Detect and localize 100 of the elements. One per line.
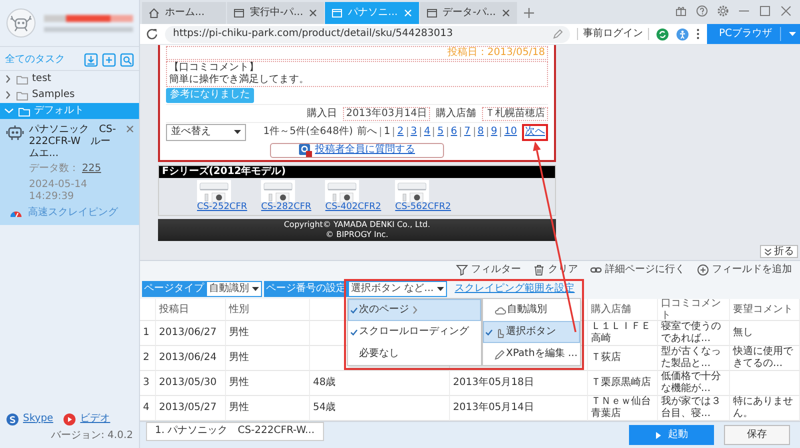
product-link[interactable]: CS-252CFR	[197, 202, 248, 213]
page-link[interactable]: 10	[500, 127, 520, 138]
data-count-label: データ数：	[29, 163, 79, 176]
caret-icon	[252, 287, 259, 291]
import-icon[interactable]	[84, 53, 98, 67]
table-cell: 無し	[730, 321, 800, 346]
sync-icon[interactable]	[656, 28, 669, 40]
data-count-link[interactable]: 225	[82, 163, 102, 176]
collapse-icon	[764, 248, 772, 256]
page-link[interactable]: 4	[420, 127, 434, 138]
menu-item[interactable]: 次のページ	[348, 299, 481, 321]
product-link[interactable]: CS-282CFR	[261, 202, 312, 213]
table-cell: 男性	[226, 346, 310, 371]
close-icon[interactable]	[125, 124, 135, 134]
browser-tab[interactable]: データ-パ...	[420, 2, 517, 24]
pre-login-button[interactable]: 事前ログイン	[576, 28, 649, 40]
table-cell: Ｌ１ＬＩＦＥ高崎	[588, 321, 658, 346]
tree-item[interactable]: test	[0, 71, 139, 87]
video-link[interactable]: ビデオ	[80, 412, 110, 426]
save-button[interactable]: 保存	[724, 425, 790, 445]
ask-button[interactable]: 投稿者全員に質問する	[270, 142, 444, 158]
close-icon[interactable]	[780, 5, 792, 17]
table-cell: 2013/05/30	[156, 371, 226, 396]
search-icon[interactable]	[120, 53, 134, 67]
window-icon	[233, 7, 245, 19]
folder-icon	[18, 106, 30, 116]
task-tab[interactable]: 1. パナソニック CS-222CFR-W...	[146, 422, 324, 440]
settings-icon[interactable]	[717, 5, 729, 17]
collapse-button[interactable]: 折る	[760, 245, 798, 258]
browser-tab[interactable]: ホーム...	[142, 2, 226, 24]
row-number: 2	[140, 346, 156, 371]
page-link[interactable]: 7	[460, 127, 474, 138]
help-icon[interactable]	[696, 5, 708, 17]
copyright-text: Copyright© YAMADA DENKI Co., Ltd.	[284, 220, 430, 230]
menu-item[interactable]: スクロールローディング	[348, 321, 481, 343]
field-value: 2013年03月14日	[343, 106, 430, 121]
table-cell: 型が古くなった製品と...	[658, 346, 730, 371]
page-number-select[interactable]: 選択ボタン など...	[348, 281, 447, 297]
filter-button[interactable]: フィルター	[456, 264, 521, 276]
post-date: 投稿日：2013/05/18	[447, 47, 545, 58]
folder-icon	[16, 74, 28, 84]
new-tab-icon[interactable]	[522, 7, 535, 19]
sort-select[interactable]: 並べ替え	[166, 124, 246, 140]
table-cell: 快適に使用できてるの...	[730, 346, 800, 371]
prev-label: 前へ	[356, 126, 377, 138]
product-link[interactable]: CS-402CFR2	[325, 202, 382, 213]
copyright-text: © BIPROGY Inc.	[326, 230, 388, 240]
table-cell: 2013/06/24	[156, 346, 226, 371]
page-type-label: ページタイプ	[142, 281, 206, 297]
row-number: 1	[140, 321, 156, 346]
skype-link[interactable]: Skype	[23, 412, 54, 426]
start-button[interactable]: 起動	[629, 425, 714, 445]
page-link[interactable]: 6	[446, 127, 460, 138]
person-icon[interactable]	[676, 28, 689, 40]
product-link[interactable]: CS-562CFR2	[395, 202, 452, 213]
table-cell: 48歳	[310, 371, 450, 396]
close-icon[interactable]	[308, 8, 318, 18]
page-link[interactable]: 5	[433, 127, 447, 138]
question-icon	[299, 144, 312, 156]
close-icon[interactable]	[500, 8, 511, 18]
menu-item[interactable]: 必要なし	[348, 343, 481, 365]
comment-heading: 【口コミコメント】	[169, 62, 260, 74]
browser-tab[interactable]: 実行中-パ...	[227, 2, 324, 24]
menu-item[interactable]: 自動識別	[483, 299, 580, 321]
maximize-icon[interactable]	[759, 5, 771, 17]
gift-icon[interactable]	[675, 5, 687, 17]
field-label: 購入日	[307, 108, 338, 120]
next-page-link[interactable]: 次へ	[522, 124, 548, 140]
page-link[interactable]: 2	[393, 127, 407, 138]
table-cell: Ｔ荻店	[588, 346, 658, 371]
field-label: 購入店舗	[436, 108, 476, 120]
menu-item[interactable]: XPathを編集 ...	[483, 343, 580, 365]
menu-item[interactable]: 選択ボタン	[483, 321, 580, 343]
page-link[interactable]: 9	[486, 127, 500, 138]
reload-icon[interactable]	[146, 28, 158, 40]
trash-icon	[533, 264, 545, 276]
cloud-icon	[494, 304, 506, 316]
page-link[interactable]: 3	[406, 127, 420, 138]
task-time: 2024-05-14 14:29:39	[29, 178, 88, 204]
funnel-icon	[456, 264, 468, 276]
home-icon	[148, 7, 160, 19]
column-header: 投稿日	[156, 299, 226, 321]
field-value: Ｔ札幌苗穂店	[482, 106, 548, 121]
task-title: パナソニック CS-222CFR-W ルームエ...	[29, 124, 117, 160]
pencil-icon	[494, 348, 505, 360]
row-number: 3	[140, 371, 156, 396]
page-type-select[interactable]: 自動識別	[206, 281, 262, 297]
caret-icon	[234, 130, 241, 134]
edit-icon[interactable]	[552, 28, 564, 40]
add-field-button[interactable]: フィールドを追加	[697, 264, 792, 276]
page-link[interactable]: 8	[474, 127, 487, 138]
table-cell: 寝室で使うのであれば...	[658, 321, 730, 346]
tree-item[interactable]: Samples	[0, 87, 139, 103]
browser-mode-button[interactable]: PCブラウザ	[706, 24, 800, 44]
url-field[interactable]: https://pi-chiku-park.com/product/detail/sku/544283013	[165, 26, 570, 42]
empty-cell	[730, 371, 800, 396]
new-task-icon[interactable]	[102, 53, 116, 67]
more-icon[interactable]	[696, 28, 700, 40]
check-icon	[350, 328, 358, 336]
detail-page-button[interactable]: 詳細ページに行く	[590, 264, 685, 276]
